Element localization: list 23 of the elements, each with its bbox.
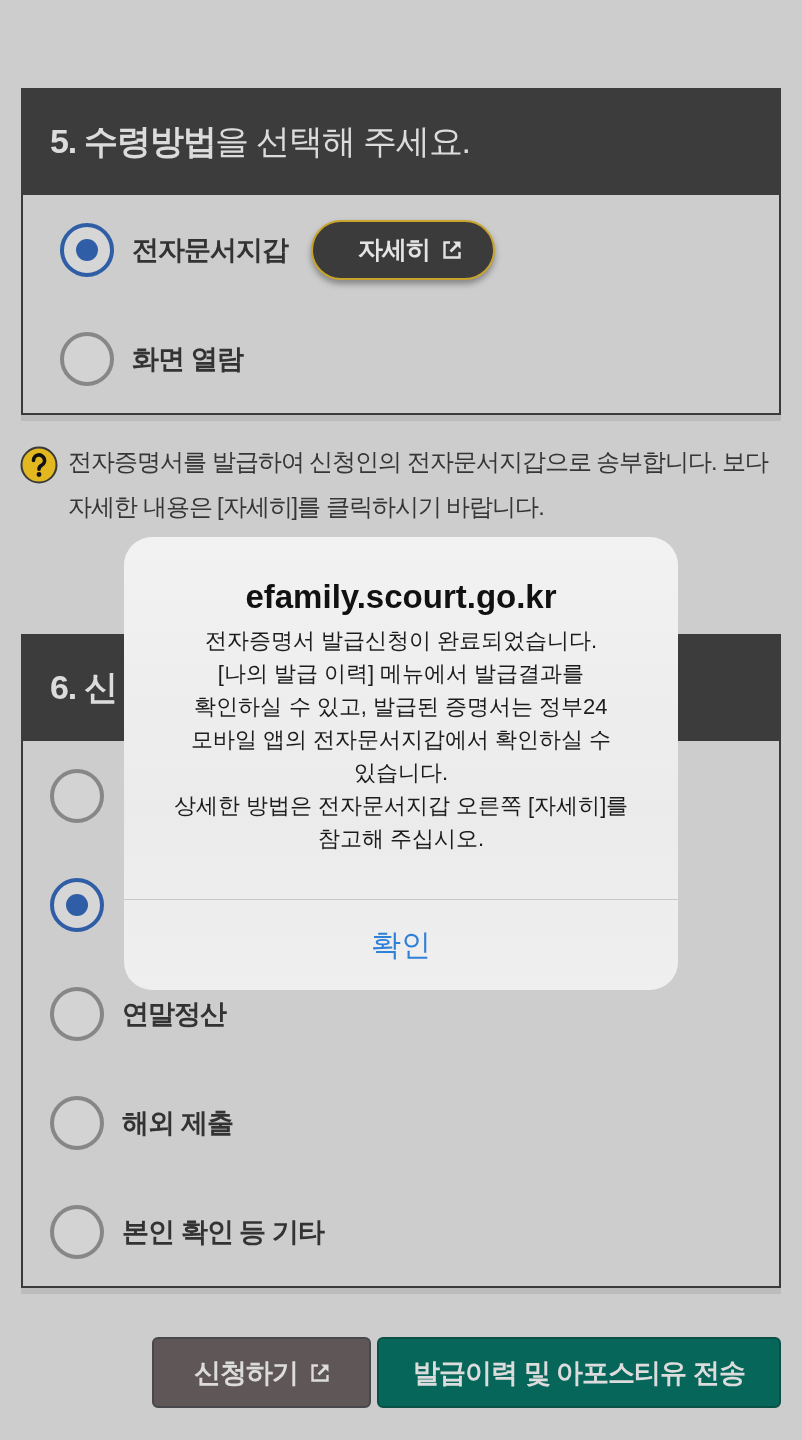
radio-button[interactable] (50, 1204, 104, 1259)
dialog-message: 전자증명서 발급신청이 완료되었습니다. [나의 발급 이력] 메뉴에서 발급결과를 확인하실 수 있고, 발급된 증명서는 정부24 모바일 앱의 전자문서지갑에서 확인하실 수 있습니다. 상세한 방법은 전자문서지갑 오른쪽 [자세히]를 참고해 주십시오. (173, 627, 629, 853)
section-title: 6. 신 (50, 666, 117, 708)
radio-button[interactable] (60, 331, 114, 386)
option-label[interactable]: 전자문서지갑 (132, 231, 288, 268)
option-label[interactable]: 본인 확인 등 기타 (122, 1213, 324, 1250)
help-text: 전자증명서를 발급하여 신청인의 전자문서지갑으로 송부합니다. 보다 자세한 내용은 [자세히]를 클릭하시기 바랍니다. (68, 448, 770, 522)
external-link-icon (442, 239, 462, 260)
action-button[interactable]: 발급이력 및 아포스티유 전송 (377, 1337, 781, 1408)
details-button[interactable]: 자세히 (311, 219, 495, 280)
section-title: 5. 수령방법을 선택해 주세요. (50, 120, 470, 162)
option-label[interactable]: 해외 제출 (122, 1104, 233, 1141)
radio-button[interactable] (50, 986, 104, 1041)
option-label[interactable]: 화면 열람 (132, 340, 243, 377)
radio-button[interactable] (50, 877, 104, 932)
radio-button[interactable] (60, 222, 114, 277)
radio-button[interactable] (50, 1095, 104, 1150)
option-label[interactable]: 연말정산 (122, 995, 226, 1032)
action-button[interactable]: 신청하기 (152, 1337, 371, 1408)
help-icon (20, 446, 58, 484)
dialog-title: efamily.scourt.go.kr (245, 577, 557, 617)
radio-button[interactable] (50, 768, 104, 823)
external-link-icon (309, 1362, 330, 1383)
